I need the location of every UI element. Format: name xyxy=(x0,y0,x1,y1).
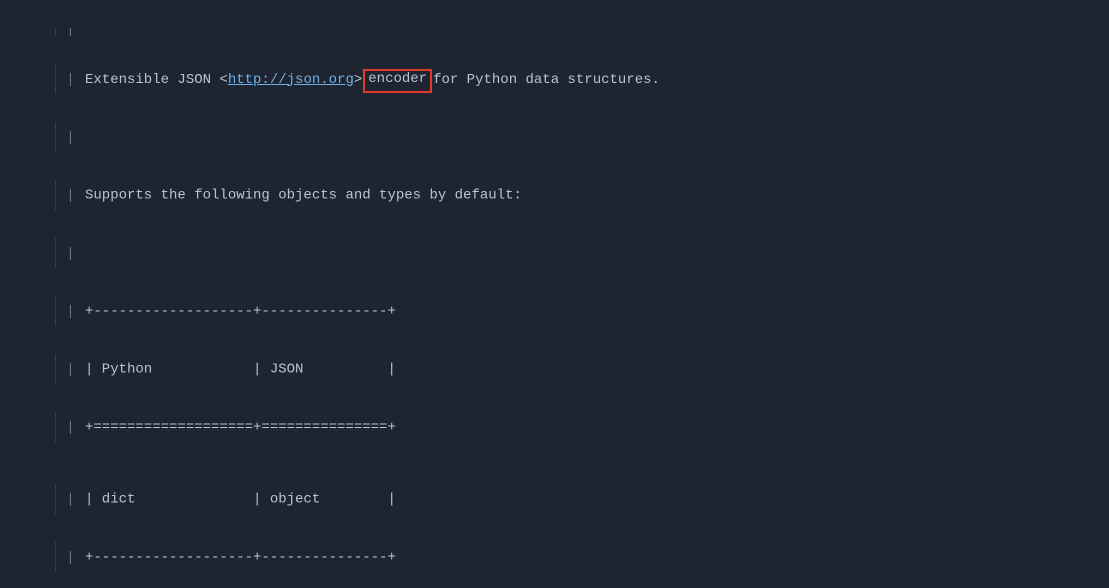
intro-tail: for Python data structures. xyxy=(433,72,660,88)
gutter-pipe: | xyxy=(66,29,75,36)
gutter-pipe: | xyxy=(66,413,75,443)
table-header-row: || Python | JSON | xyxy=(0,354,1109,384)
doc-line: | xyxy=(0,122,1109,152)
intro-text-before: Extensible JSON < xyxy=(85,72,228,88)
gutter-pipe: | xyxy=(66,65,75,95)
console-output: | | Extensible JSON <http://json.org>enco… xyxy=(0,0,1109,588)
doc-line: | xyxy=(0,238,1109,268)
gutter-pipe: | xyxy=(66,123,75,153)
gutter-pipe: | xyxy=(66,297,75,327)
table-border: |+-------------------+---------------+ xyxy=(0,296,1109,326)
supports-text: Supports the following objects and types… xyxy=(85,188,522,204)
doc-intro-line: | Extensible JSON <http://json.org>encode… xyxy=(0,64,1109,94)
intro-text-after: > xyxy=(354,72,362,88)
gutter-pipe: | xyxy=(66,181,75,211)
table-rowsep: |+-------------------+---------------+ xyxy=(0,542,1109,572)
json-org-link[interactable]: http://json.org xyxy=(228,72,354,88)
table-row: || dict | object | xyxy=(0,484,1109,514)
doc-supports-line: | Supports the following objects and type… xyxy=(0,180,1109,210)
highlighted-word: encoder xyxy=(363,69,432,93)
gutter-pipe: | xyxy=(66,239,75,269)
gutter-pipe: | xyxy=(66,355,75,385)
table-header-sep: |+===================+===============+ xyxy=(0,412,1109,442)
doc-line: | xyxy=(0,28,1109,36)
